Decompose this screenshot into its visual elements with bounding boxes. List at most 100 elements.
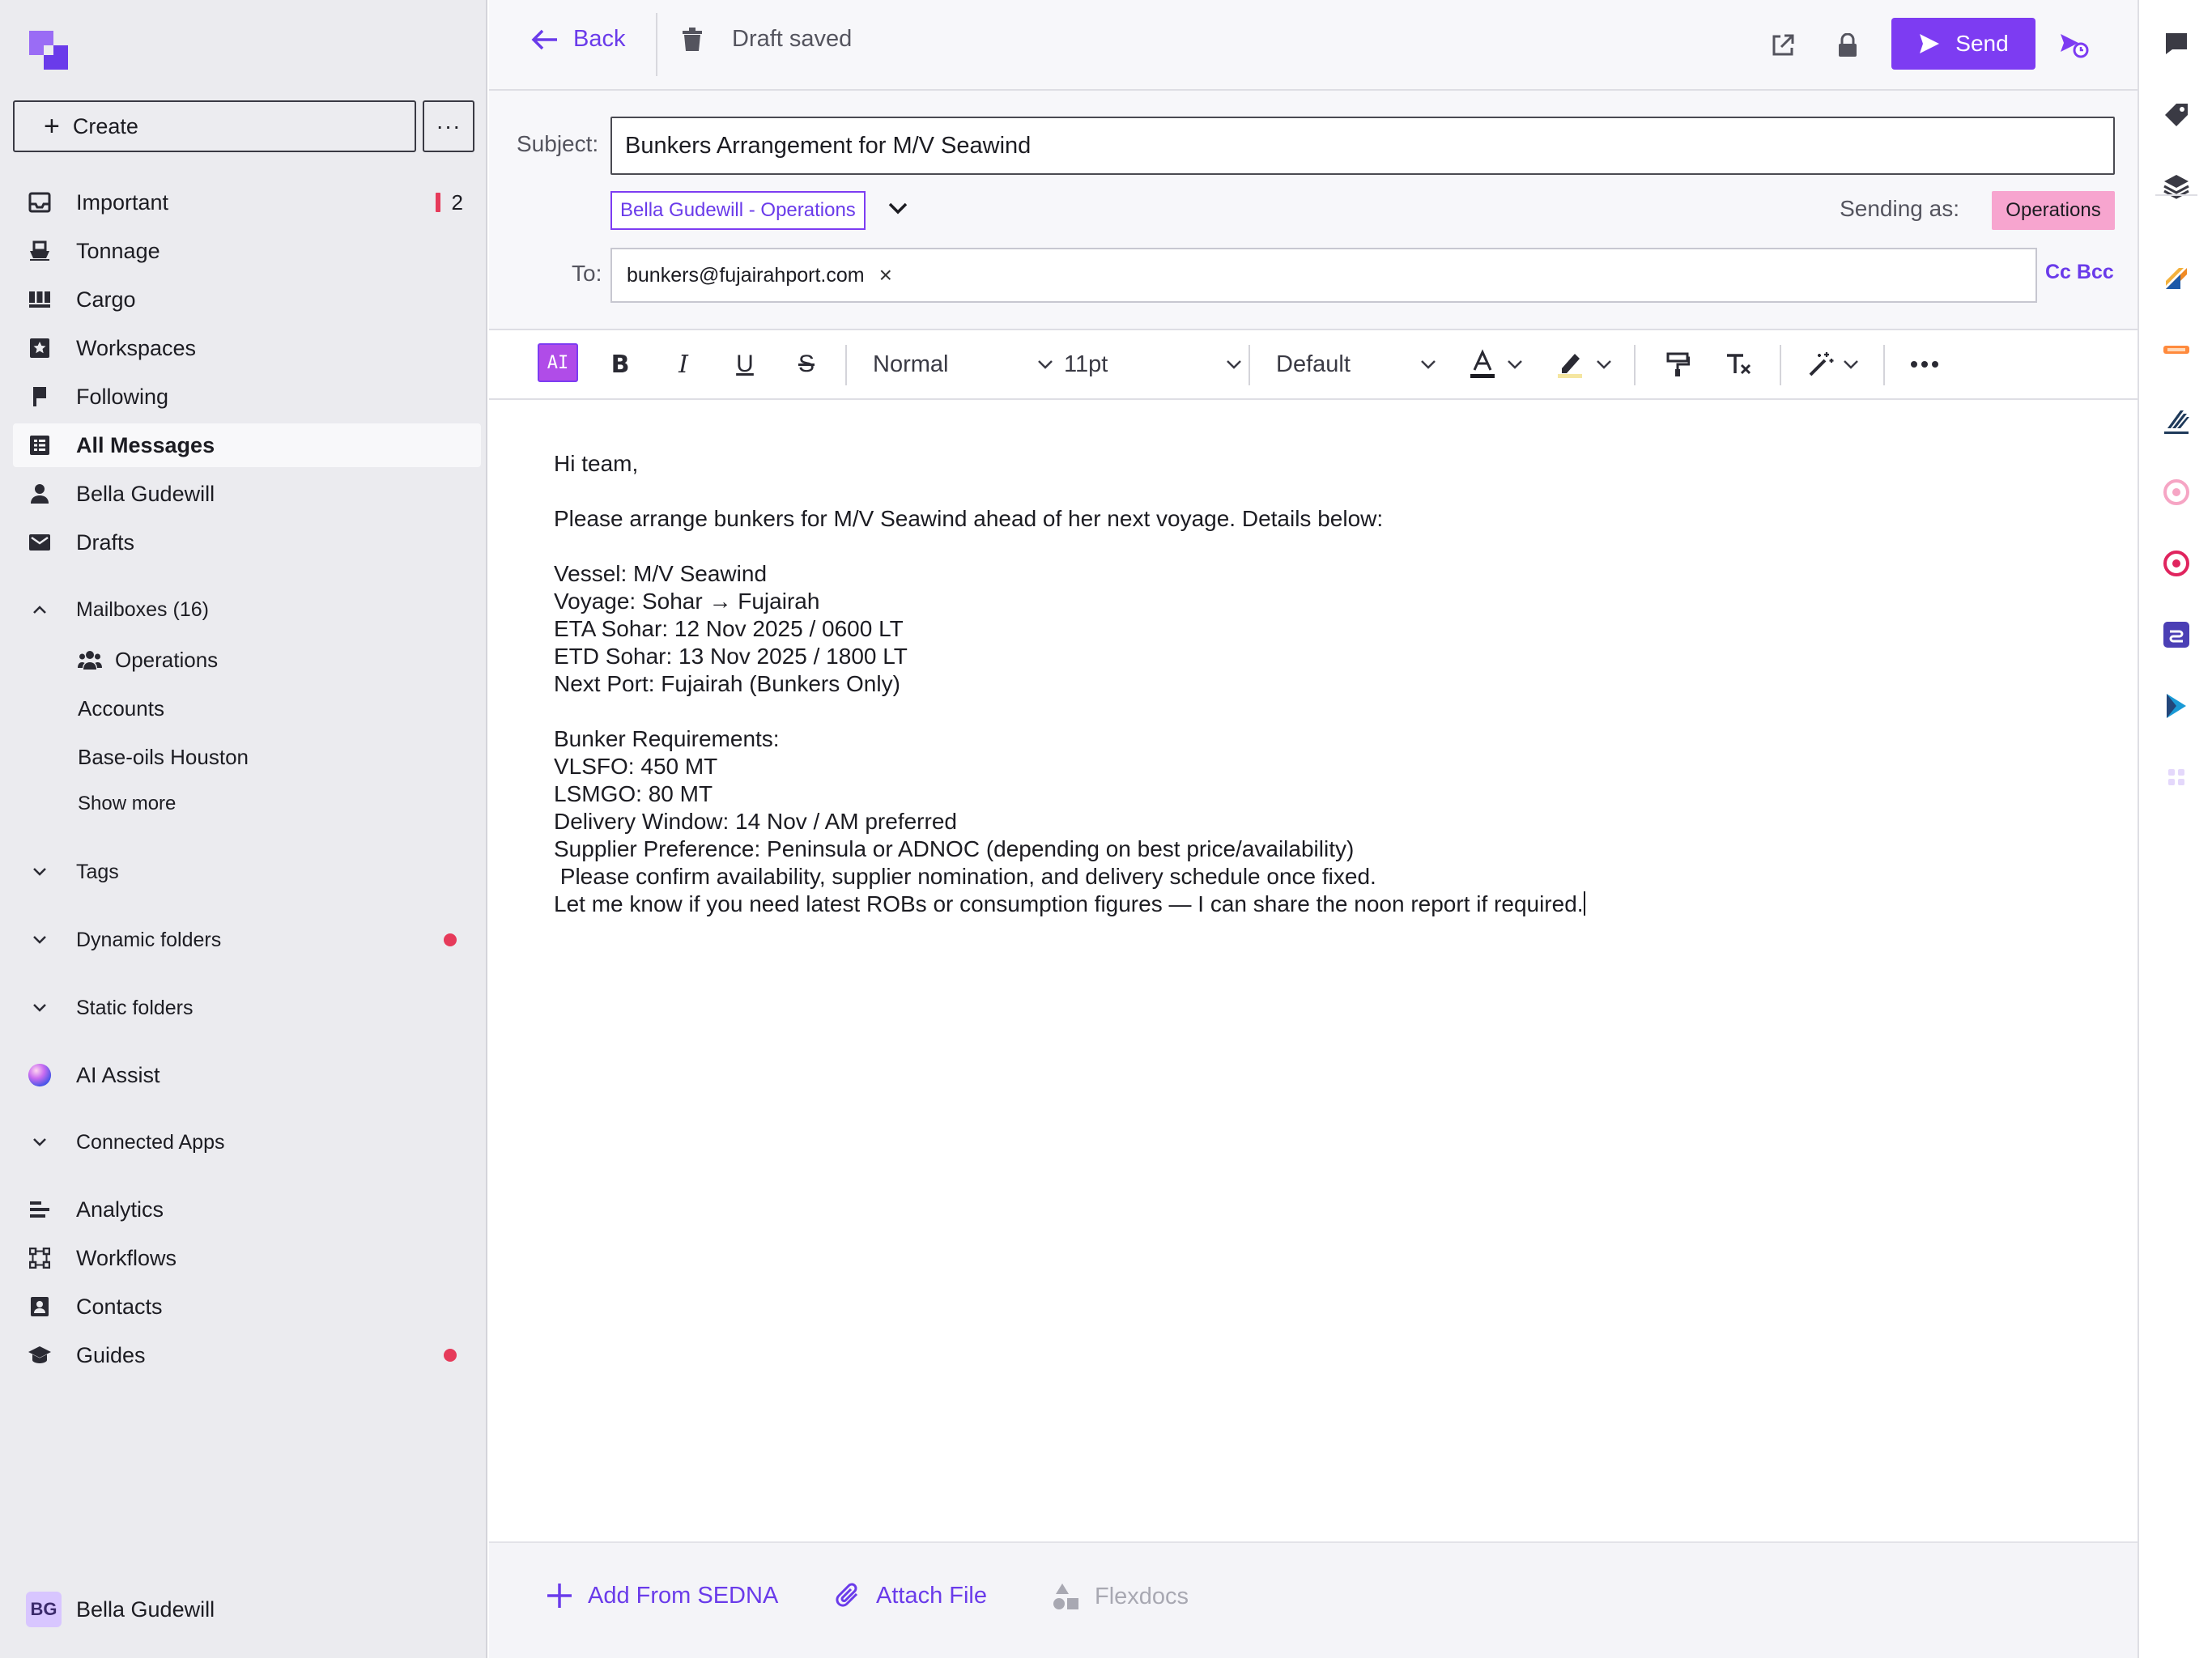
mailbox-accounts[interactable]: Accounts: [78, 688, 164, 729]
sidebar-item-contacts[interactable]: Contacts: [13, 1285, 481, 1329]
more-horizontal-icon[interactable]: [1906, 346, 1943, 382]
text-color-picker[interactable]: [1465, 346, 1525, 382]
trash-icon[interactable]: [682, 27, 703, 52]
to-field[interactable]: bunkers@fujairahport.com ×: [610, 248, 2037, 303]
font-size-select[interactable]: 11pt: [1064, 346, 1242, 382]
integration-app-5-icon[interactable]: [2160, 547, 2193, 580]
attach-file-label: Attach File: [876, 1582, 987, 1609]
add-from-sedna-button[interactable]: Add From SEDNA: [546, 1582, 778, 1609]
divider: [2155, 194, 2197, 196]
clear-formatting-icon[interactable]: [1723, 346, 1755, 382]
connected-apps-section-toggle[interactable]: Connected Apps: [13, 1122, 481, 1163]
body-blank-line: [554, 478, 2092, 505]
format-painter-icon[interactable]: [1661, 346, 1694, 382]
sidebar-item-cargo[interactable]: Cargo: [13, 278, 481, 321]
arrow-left-icon: [531, 29, 557, 49]
body-line: LSMGO: 80 MT: [554, 781, 713, 806]
create-button[interactable]: + Create: [13, 100, 416, 152]
compose-panel: Back Draft saved Send Subject: Bunkers A…: [489, 0, 2138, 1658]
sidebar-item-important[interactable]: Important 2: [13, 181, 481, 224]
bold-icon[interactable]: B: [602, 346, 638, 382]
mailbox-operations[interactable]: Operations: [78, 640, 218, 680]
italic-icon[interactable]: I: [666, 346, 701, 382]
compose-footer: Add From SEDNA Attach File Flexdocs: [489, 1541, 2138, 1658]
sidebar-item-workflows[interactable]: Workflows: [13, 1236, 481, 1280]
from-account-select[interactable]: Bella Gudewill - Operations: [610, 191, 866, 230]
cc-bcc-link[interactable]: Cc Bcc: [2045, 261, 2114, 284]
sidebar-item-following[interactable]: Following: [13, 375, 481, 419]
more-options-button[interactable]: ···: [423, 100, 474, 152]
sidebar-item-workspaces[interactable]: Workspaces: [13, 326, 481, 370]
sidebar-item-bella-gudewill[interactable]: Bella Gudewill: [13, 472, 481, 516]
all-messages-icon: [28, 433, 52, 457]
mailboxes-section-toggle[interactable]: Mailboxes (16): [13, 589, 481, 630]
sidebar-item-ai-assist[interactable]: AI Assist: [13, 1053, 481, 1097]
highlight-color-picker[interactable]: [1551, 346, 1616, 382]
integration-app-4-icon[interactable]: [2160, 476, 2193, 508]
dynamic-folders-label: Dynamic folders: [76, 928, 222, 951]
graduation-cap-icon: [28, 1343, 52, 1367]
font-family-select[interactable]: Default: [1276, 346, 1436, 382]
attach-file-button[interactable]: Attach File: [836, 1582, 987, 1609]
mailbox-base-oils-houston[interactable]: Base-oils Houston: [78, 737, 249, 777]
remove-recipient-icon[interactable]: ×: [879, 262, 892, 288]
integration-app-6-icon[interactable]: [2160, 619, 2193, 651]
strikethrough-icon[interactable]: S: [789, 346, 824, 382]
back-button[interactable]: Back: [531, 26, 625, 53]
ai-magic-menu[interactable]: [1804, 346, 1862, 382]
sidebar-item-all-messages[interactable]: All Messages: [13, 423, 481, 467]
subject-label: Subject:: [517, 131, 599, 156]
sidebar-item-drafts[interactable]: Drafts: [13, 521, 481, 564]
lock-icon[interactable]: [1831, 29, 1864, 62]
chevron-down-icon: [1038, 360, 1053, 369]
pop-out-icon[interactable]: [1767, 29, 1799, 62]
sidebar-item-label: Following: [76, 384, 169, 409]
static-folders-section-toggle[interactable]: Static folders: [13, 988, 481, 1028]
ai-assist-orb-icon: [28, 1063, 52, 1087]
integration-app-2-icon[interactable]: [2160, 334, 2193, 366]
chevron-down-icon: [28, 1137, 52, 1147]
message-body-editor[interactable]: Hi team, Please arrange bunkers for M/V …: [554, 450, 2092, 918]
sidebar-item-analytics[interactable]: Analytics: [13, 1188, 481, 1231]
sidebar-item-guides[interactable]: Guides: [13, 1333, 481, 1377]
paragraph-style-select[interactable]: Normal: [873, 346, 1053, 382]
team-icon: [78, 651, 102, 670]
sidebar-item-label: Analytics: [76, 1197, 164, 1222]
magic-wand-icon: [1809, 352, 1834, 376]
sidebar-item-label: Workflows: [76, 1245, 177, 1270]
important-count-badge: 2: [435, 190, 463, 215]
user-profile[interactable]: BG Bella Gudewill: [26, 1592, 215, 1627]
layers-icon[interactable]: [2160, 170, 2193, 202]
send-button[interactable]: Send: [1891, 18, 2035, 70]
ship-icon: [28, 239, 52, 263]
integration-app-3-icon[interactable]: [2160, 405, 2193, 437]
body-line: Hi team,: [554, 451, 639, 476]
chevron-down-icon[interactable]: [887, 201, 908, 215]
integration-app-7-icon[interactable]: [2160, 690, 2193, 722]
tags-label: Tags: [76, 860, 119, 883]
chevron-down-icon: [1844, 360, 1858, 369]
plus-icon: +: [44, 111, 60, 142]
sidebar-item-label: Bella Gudewill: [76, 481, 215, 506]
tags-section-toggle[interactable]: Tags: [13, 852, 481, 892]
app-logo-icon[interactable]: [28, 29, 70, 71]
chevron-down-icon: [28, 867, 52, 877]
underline-icon[interactable]: U: [727, 346, 763, 382]
subject-input[interactable]: Bunkers Arrangement for M/V Seawind: [610, 117, 2115, 175]
recipient-chip[interactable]: bunkers@fujairahport.com: [627, 264, 865, 287]
chevron-down-icon: [1597, 360, 1611, 369]
schedule-send-icon[interactable]: [2058, 29, 2091, 62]
show-more-link[interactable]: Show more: [78, 784, 176, 824]
tag-icon[interactable]: [2160, 99, 2193, 131]
integration-app-1-icon[interactable]: [2160, 262, 2193, 295]
comment-icon[interactable]: [2160, 28, 2193, 60]
body-line: Delivery Window: 14 Nov / AM preferred: [554, 809, 957, 834]
chevron-down-icon: [28, 935, 52, 945]
dynamic-folders-section-toggle[interactable]: Dynamic folders: [13, 920, 481, 960]
ai-button[interactable]: AI: [538, 343, 578, 382]
sidebar-item-tonnage[interactable]: Tonnage: [13, 229, 481, 273]
chevron-down-icon: [28, 1003, 52, 1013]
flexdocs-button[interactable]: Flexdocs: [1051, 1582, 1189, 1611]
compose-topbar: Back Draft saved Send: [489, 0, 2138, 91]
integration-app-8-icon[interactable]: [2160, 761, 2193, 793]
